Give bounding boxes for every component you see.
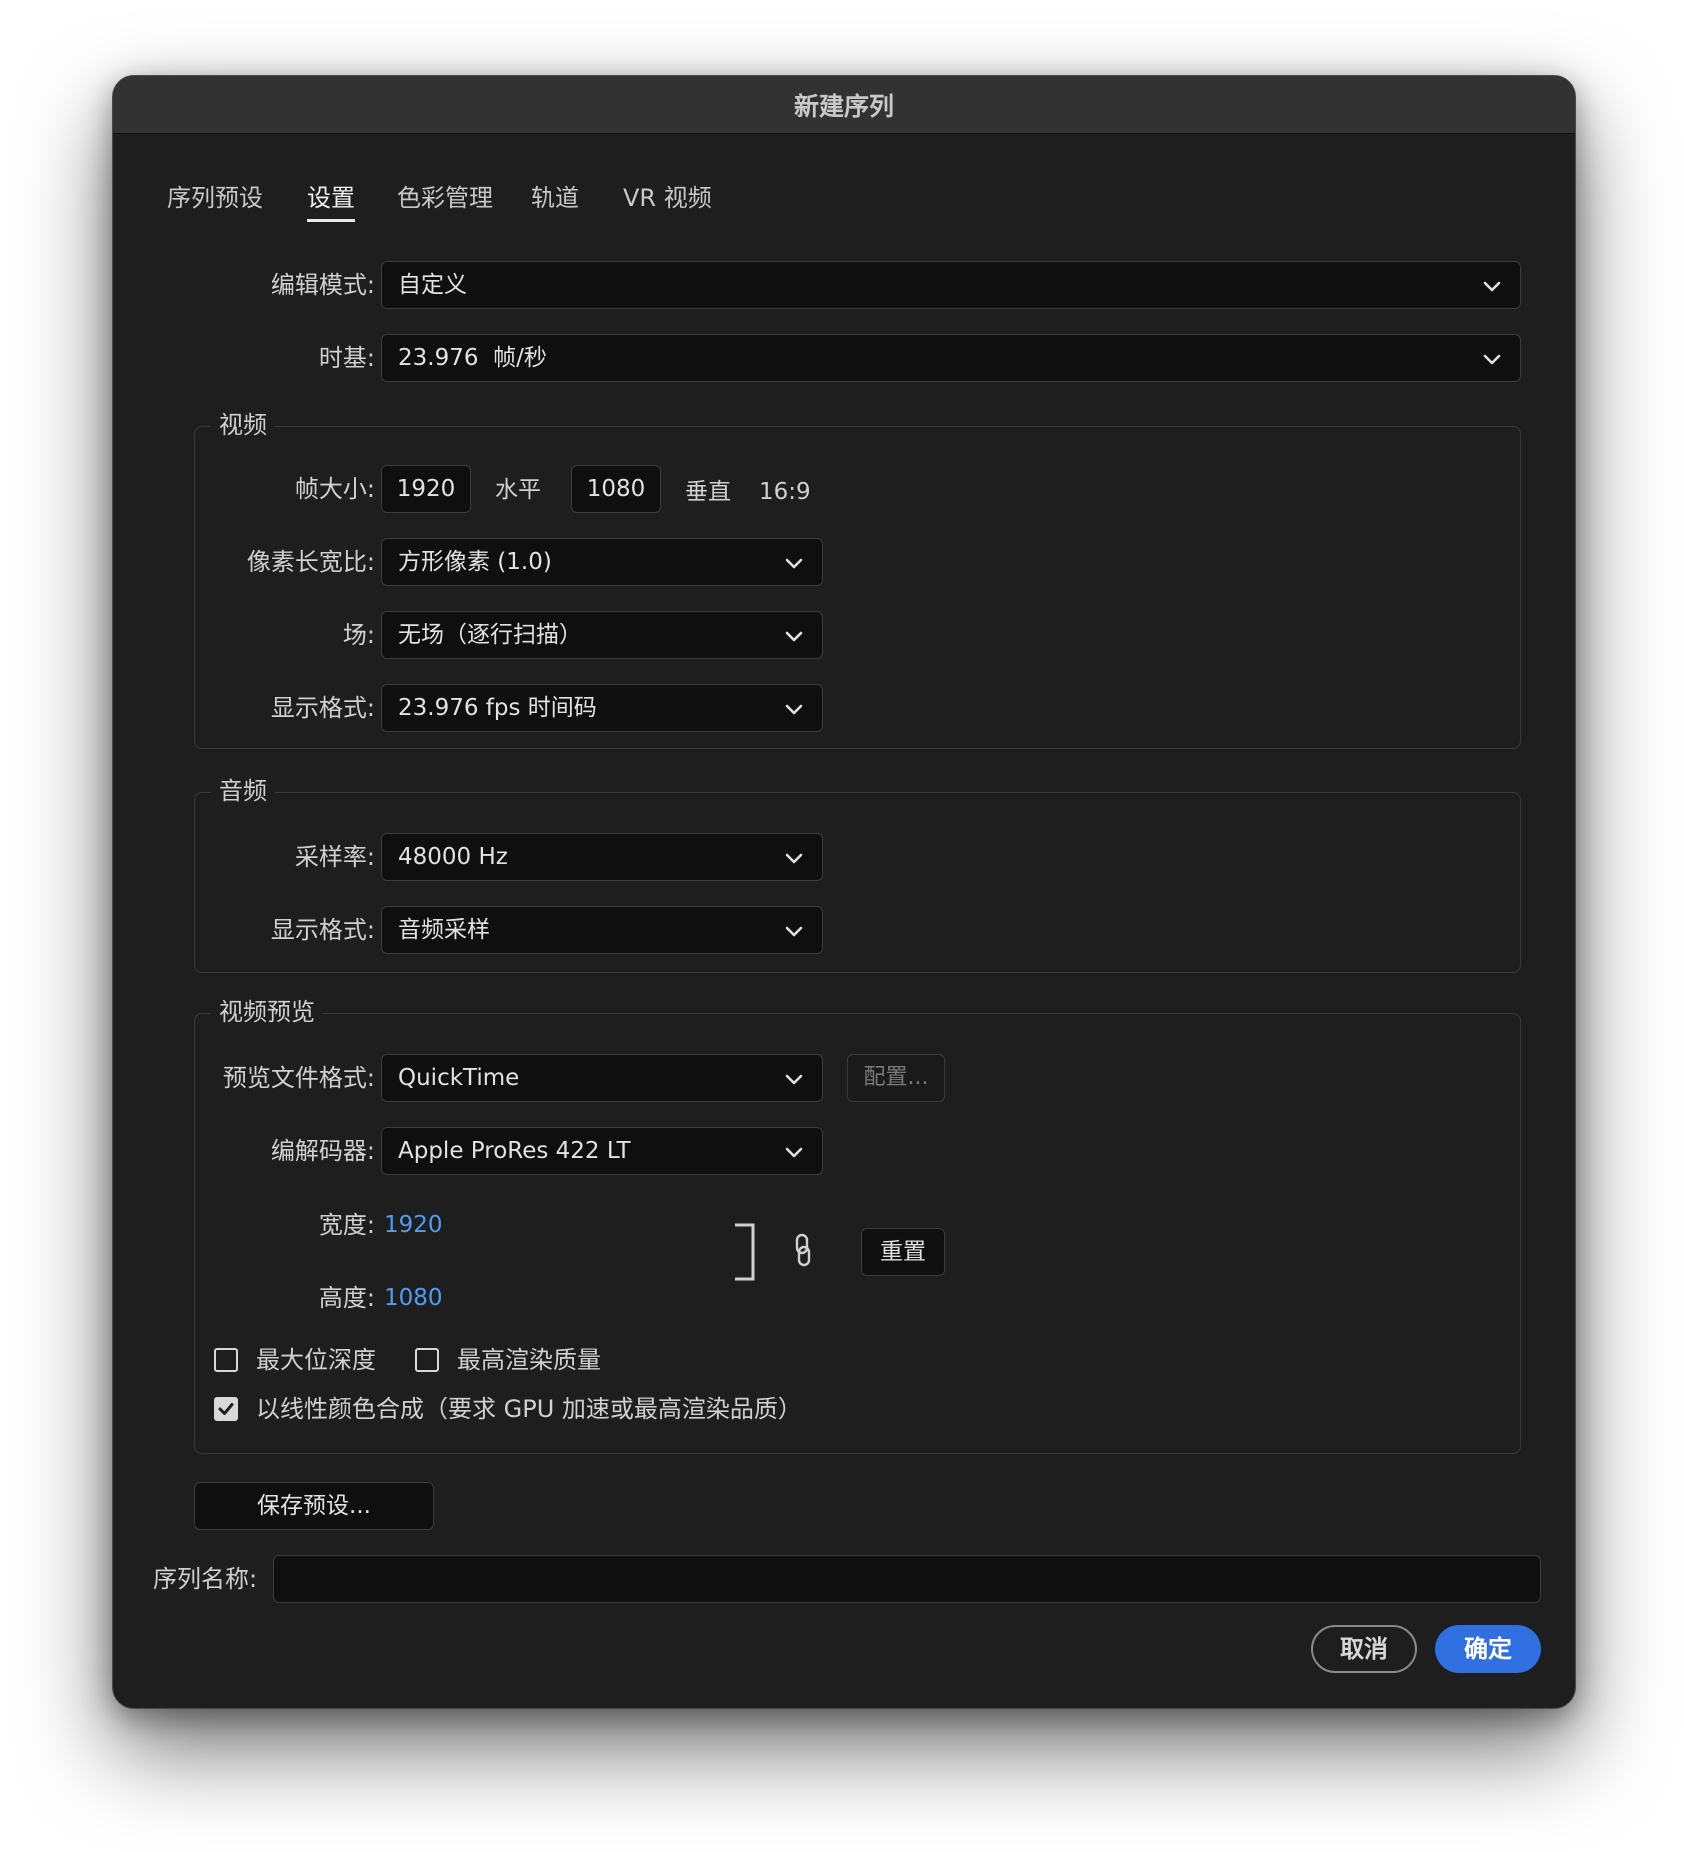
codec-label: 编解码器: [270, 1137, 375, 1165]
chevron-down-icon [785, 1147, 803, 1158]
sample-rate-value: 48000 Hz [398, 844, 508, 870]
cancel-button[interactable]: 取消 [1311, 1625, 1417, 1673]
chevron-down-icon [785, 926, 803, 937]
preview-file-format-value: QuickTime [398, 1065, 520, 1091]
bracket-icon [735, 1223, 755, 1281]
aspect-ratio-text: 16:9 [759, 479, 811, 505]
edit-mode-select[interactable]: 自定义 [381, 261, 1521, 309]
audio-display-format-value: 音频采样 [398, 917, 490, 943]
max-render-quality-checkbox[interactable] [415, 1348, 439, 1372]
checkmark-icon [218, 1403, 234, 1415]
frame-width-input[interactable]: 1920 [381, 465, 471, 513]
new-sequence-dialog: 新建序列 序列预设 设置 色彩管理 轨道 VR 视频 编辑模式: 自定义 时基:… [112, 75, 1576, 1709]
chevron-down-icon [785, 631, 803, 642]
tab-color-management[interactable]: 色彩管理 [397, 178, 493, 218]
tab-tracks[interactable]: 轨道 [531, 178, 579, 218]
edit-mode-label: 编辑模式: [270, 271, 375, 299]
timebase-label: 时基: [318, 344, 375, 372]
dialog-title: 新建序列 [113, 76, 1575, 134]
fields-select[interactable]: 无场（逐行扫描） [381, 611, 823, 659]
fields-label: 场: [342, 621, 375, 649]
vertical-label: 垂直 [685, 479, 731, 505]
chevron-down-icon [1483, 281, 1501, 292]
preview-height-label: 高度: [318, 1284, 375, 1312]
preview-file-format-select[interactable]: QuickTime [381, 1054, 823, 1102]
sample-rate-label: 采样率: [294, 843, 375, 871]
preview-width-label: 宽度: [318, 1211, 375, 1239]
pixel-aspect-label: 像素长宽比: [246, 548, 375, 576]
frame-size-label: 帧大小: [294, 475, 375, 503]
linear-color-label: 以线性颜色合成（要求 GPU 加速或最高渲染品质） [256, 1395, 802, 1423]
preview-height-value[interactable]: 1080 [384, 1274, 443, 1322]
video-group-title: 视频 [211, 407, 275, 443]
max-render-quality-label: 最高渲染质量 [457, 1346, 601, 1374]
audio-display-format-label: 显示格式: [270, 916, 375, 944]
chevron-down-icon [785, 558, 803, 569]
preview-file-format-label: 预览文件格式: [222, 1064, 375, 1092]
video-display-format-select[interactable]: 23.976 fps 时间码 [381, 684, 823, 732]
audio-group-title: 音频 [211, 773, 275, 809]
tab-sequence-presets[interactable]: 序列预设 [167, 178, 263, 218]
timebase-select[interactable]: 23.976 帧/秒 [381, 334, 1521, 382]
video-preview-group-title: 视频预览 [211, 994, 323, 1030]
sample-rate-select[interactable]: 48000 Hz [381, 833, 823, 881]
video-display-format-value: 23.976 fps 时间码 [398, 695, 597, 721]
sequence-name-input[interactable] [273, 1555, 1541, 1603]
max-bit-depth-checkbox[interactable] [214, 1348, 238, 1372]
frame-height-input[interactable]: 1080 [571, 465, 661, 513]
fields-value: 无场（逐行扫描） [398, 622, 582, 648]
ok-button[interactable]: 确定 [1435, 1625, 1541, 1673]
save-preset-button[interactable]: 保存预设... [194, 1482, 434, 1530]
chevron-down-icon [785, 1074, 803, 1085]
timebase-value: 23.976 帧/秒 [398, 345, 547, 371]
codec-select[interactable]: Apple ProRes 422 LT [381, 1127, 823, 1175]
edit-mode-value: 自定义 [398, 272, 467, 298]
max-bit-depth-label: 最大位深度 [256, 1346, 376, 1374]
tab-settings[interactable]: 设置 [307, 178, 355, 222]
link-icon[interactable] [794, 1233, 812, 1267]
linear-color-checkbox[interactable] [214, 1397, 238, 1421]
pixel-aspect-value: 方形像素 (1.0) [398, 549, 552, 575]
chevron-down-icon [785, 853, 803, 864]
preview-width-value[interactable]: 1920 [384, 1201, 443, 1249]
sequence-name-label: 序列名称: [153, 1565, 258, 1593]
audio-display-format-select[interactable]: 音频采样 [381, 906, 823, 954]
pixel-aspect-select[interactable]: 方形像素 (1.0) [381, 538, 823, 586]
codec-value: Apple ProRes 422 LT [398, 1138, 631, 1164]
chevron-down-icon [785, 704, 803, 715]
configure-button[interactable]: 配置... [847, 1054, 945, 1102]
chevron-down-icon [1483, 354, 1501, 365]
reset-button[interactable]: 重置 [861, 1228, 945, 1276]
video-display-format-label: 显示格式: [270, 694, 375, 722]
horizontal-label: 水平 [495, 477, 541, 503]
tab-vr-video[interactable]: VR 视频 [623, 178, 712, 218]
